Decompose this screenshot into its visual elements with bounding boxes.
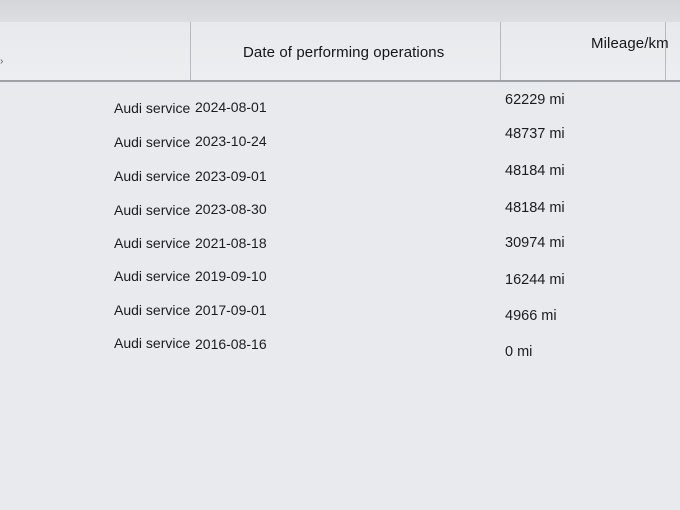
service-date: 2024-08-01 xyxy=(195,99,267,115)
left-edge-marker: › xyxy=(0,56,4,67)
header-mileage[interactable]: Mileage/km xyxy=(591,35,669,52)
service-type: Audi service xyxy=(114,100,191,116)
service-mileage: 48184 mi xyxy=(505,163,565,179)
header-date[interactable]: Date of performing operations xyxy=(243,44,444,61)
table-row[interactable]: Audi service 2017-09-01 4966 mi xyxy=(0,296,680,326)
service-mileage: 4966 mi xyxy=(505,308,557,324)
column-divider xyxy=(500,22,501,80)
table-header: › Date of performing operations Mileage/… xyxy=(0,22,680,82)
service-mileage: 0 mi xyxy=(505,344,533,360)
service-date: 2023-08-30 xyxy=(195,201,267,217)
column-divider xyxy=(190,22,191,80)
table-row[interactable]: Audi service 2019-09-10 16244 mi xyxy=(0,262,680,292)
table-row[interactable]: Audi service 2016-08-16 0 mi xyxy=(0,330,680,360)
table-row[interactable]: Audi service 2024-08-01 62229 mi xyxy=(0,92,680,122)
service-mileage: 48737 mi xyxy=(505,126,565,142)
service-history-table: › Date of performing operations Mileage/… xyxy=(0,22,680,510)
service-date: 2019-09-10 xyxy=(195,268,267,284)
table-row[interactable]: Audi service 2021-08-18 30974 mi xyxy=(0,228,680,258)
service-mileage: 62229 mi xyxy=(505,92,565,108)
service-date: 2016-08-16 xyxy=(195,336,267,352)
service-type: Audi service xyxy=(114,235,191,251)
service-mileage: 48184 mi xyxy=(505,200,565,216)
service-mileage: 30974 mi xyxy=(505,235,565,251)
service-type: Audi service xyxy=(114,134,191,150)
service-mileage: 16244 mi xyxy=(505,272,565,288)
service-type: Audi service xyxy=(114,202,191,218)
service-date: 2021-08-18 xyxy=(195,235,267,251)
service-type: Audi service xyxy=(114,302,191,318)
table-row[interactable]: Audi service 2023-08-30 48184 mi xyxy=(0,194,680,224)
service-type: Audi service xyxy=(114,268,191,284)
service-type: Audi service xyxy=(114,335,191,351)
service-date: 2023-09-01 xyxy=(195,168,267,184)
service-type: Audi service xyxy=(114,168,191,184)
table-row[interactable]: Audi service 2023-09-01 48184 mi xyxy=(0,160,680,190)
service-date: 2017-09-01 xyxy=(195,302,267,318)
top-strip xyxy=(0,0,680,22)
table-row[interactable]: Audi service 2023-10-24 48737 mi xyxy=(0,126,680,156)
service-date: 2023-10-24 xyxy=(195,133,267,149)
